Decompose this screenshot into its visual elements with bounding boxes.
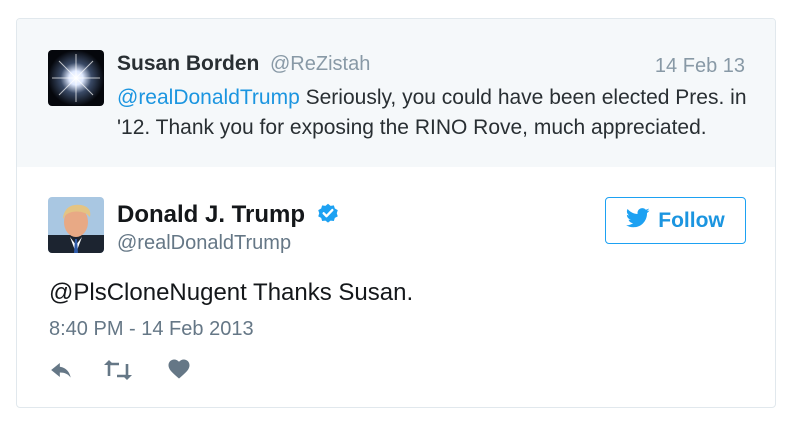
reply-text: @realDonaldTrump Seriously, you could ha… (117, 83, 757, 143)
verified-badge-icon (315, 200, 341, 226)
heart-icon[interactable] (167, 357, 191, 386)
tweet-timestamp[interactable]: 8:40 PM - 14 Feb 2013 (49, 318, 254, 341)
author-handle[interactable]: @realDonaldTrump (117, 232, 291, 255)
author-name[interactable]: Donald J. Trump (117, 201, 305, 229)
author-avatar[interactable] (48, 197, 104, 253)
reply-context: Susan Borden @ReZistah 14 Feb 13 @realDo… (17, 19, 775, 167)
reply-date[interactable]: 14 Feb 13 (655, 55, 745, 78)
twitter-bird-icon (626, 207, 650, 234)
avatar[interactable] (48, 50, 104, 106)
retweet-icon[interactable] (103, 357, 133, 388)
embedded-tweet-card: Susan Borden @ReZistah 14 Feb 13 @realDo… (16, 18, 776, 408)
mention-link[interactable]: @realDonaldTrump (117, 86, 300, 109)
tweet-text: @PlsCloneNugent Thanks Susan. (49, 279, 414, 306)
follow-button[interactable]: Follow (605, 197, 746, 244)
reply-icon[interactable] (49, 357, 75, 388)
reply-author-name[interactable]: Susan Borden (117, 52, 259, 76)
follow-label: Follow (658, 208, 725, 232)
reply-author-handle[interactable]: @ReZistah (270, 53, 370, 76)
